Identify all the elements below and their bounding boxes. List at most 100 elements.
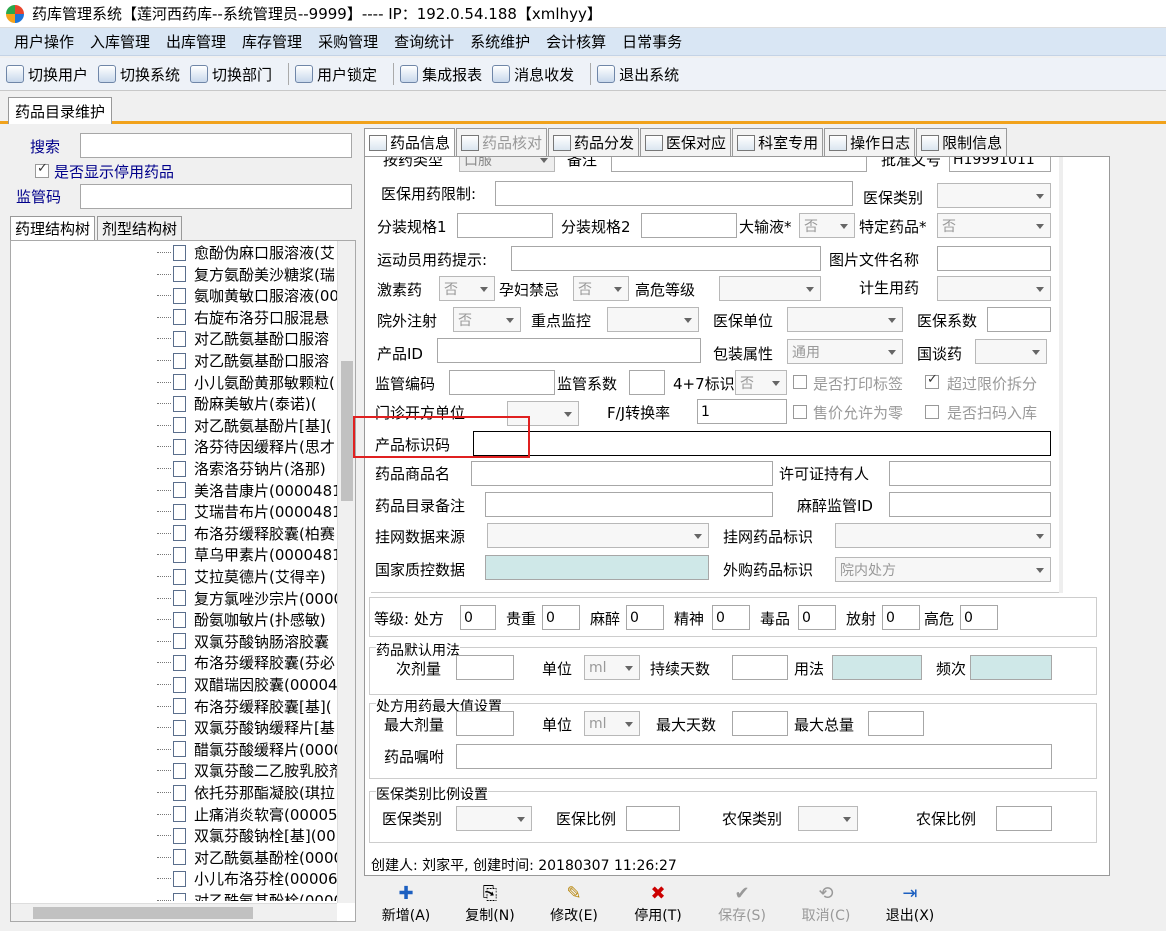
external-flag-select[interactable]: 院内处方 — [835, 557, 1051, 582]
level-high-risk-input[interactable] — [960, 605, 998, 630]
tab-dosage-tree[interactable]: 剂型结构树 — [97, 216, 183, 240]
farm-class-select[interactable] — [798, 806, 858, 831]
level-valuable-input[interactable] — [542, 605, 580, 630]
messages-button[interactable]: 消息收发 — [492, 64, 574, 85]
exit-button[interactable]: ⇥ 退出(X) — [868, 877, 952, 931]
tree-item[interactable]: 布洛芬缓释胶囊(柏赛 — [157, 522, 335, 545]
negotiated-drug-select[interactable] — [975, 339, 1047, 364]
med-type-select[interactable]: 口服 — [459, 157, 555, 172]
tree-item[interactable]: 美洛昔康片(00004817 — [157, 479, 337, 502]
pregnancy-select[interactable]: 否 — [573, 276, 629, 301]
remark-input[interactable] — [611, 157, 867, 172]
license-holder-input[interactable] — [889, 461, 1051, 486]
tree-item[interactable]: 艾拉莫德片(艾得辛) — [157, 565, 326, 588]
max-days-input[interactable] — [732, 711, 788, 736]
insurance-limit-input[interactable] — [495, 181, 853, 206]
level-rx-input[interactable] — [460, 605, 496, 630]
level-radio-input[interactable] — [882, 605, 920, 630]
menu-system[interactable]: 系统维护 — [470, 31, 530, 52]
tab-drug-catalog[interactable]: 药品目录维护 — [8, 97, 113, 124]
menu-daily[interactable]: 日常事务 — [622, 31, 682, 52]
net-flag-select[interactable] — [835, 523, 1051, 548]
catalog-note-input[interactable] — [485, 492, 773, 517]
max-total-input[interactable] — [868, 711, 924, 736]
key-monitor-select[interactable] — [607, 307, 699, 332]
tree-item[interactable]: 复方氯唑沙宗片(0000 — [157, 587, 337, 610]
allow-zero-checkbox[interactable] — [793, 405, 807, 419]
tree-item[interactable]: 小儿布洛芬栓(000062 — [157, 867, 337, 890]
tree-item[interactable]: 洛芬待因缓释片(思才 — [157, 435, 335, 458]
insurance-type-select[interactable] — [937, 183, 1051, 208]
dose-unit-select[interactable]: ml — [584, 655, 640, 680]
search-input[interactable] — [80, 133, 352, 158]
tree-item[interactable]: 双氯芬酸钠缓释片[基 — [157, 716, 335, 739]
spec2-input[interactable] — [641, 213, 737, 238]
menu-user[interactable]: 用户操作 — [14, 31, 74, 52]
add-button[interactable]: ✚ 新增(A) — [364, 877, 448, 931]
tab-drug-info[interactable]: 药品信息 — [364, 128, 456, 156]
lock-user-button[interactable]: 用户锁定 — [295, 64, 377, 85]
tree-item[interactable]: 小儿氨酚黄那敏颗粒( — [157, 371, 335, 394]
switch-dept-button[interactable]: 切换部门 — [190, 64, 272, 85]
image-file-input[interactable] — [937, 246, 1051, 271]
exit-system-button[interactable]: 退出系统 — [597, 64, 679, 85]
switch-system-button[interactable]: 切换系统 — [98, 64, 180, 85]
insurance-class-select[interactable] — [456, 806, 532, 831]
outside-injection-select[interactable]: 否 — [453, 307, 521, 332]
tree-item[interactable]: 愈酚伪麻口服溶液(艾 — [157, 241, 335, 264]
athlete-hint-input[interactable] — [511, 246, 821, 271]
tree-item[interactable]: 对乙酰氨基酚栓(0000 — [157, 889, 337, 901]
tree-item[interactable]: 洛索洛芬钠片(洛那) — [157, 457, 326, 480]
reports-button[interactable]: 集成报表 — [400, 64, 482, 85]
show-disabled-checkbox[interactable] — [35, 161, 49, 178]
edit-button[interactable]: ✎ 修改(E) — [532, 877, 616, 931]
supervise-code-field[interactable] — [449, 370, 555, 395]
insurance-unit-select[interactable] — [787, 307, 903, 332]
tab-dept-only[interactable]: 科室专用 — [732, 128, 824, 156]
quality-data-input[interactable] — [485, 555, 709, 580]
tree-item[interactable]: 布洛芬缓释胶囊[基]( — [157, 695, 332, 718]
usage-input[interactable] — [832, 655, 922, 680]
tree-item[interactable]: 双氯芬酸钠肠溶胶囊 — [157, 630, 329, 653]
insurance-coef-input[interactable] — [987, 307, 1051, 332]
dose-input[interactable] — [456, 655, 514, 680]
tree-item[interactable]: 艾瑞昔布片(00004817 — [157, 500, 337, 523]
over-limit-checkbox[interactable] — [925, 372, 939, 389]
vscroll-thumb[interactable] — [341, 361, 353, 501]
tree-item[interactable]: 对乙酰氨基酚栓(0000 — [157, 846, 337, 869]
menu-outbound[interactable]: 出库管理 — [166, 31, 226, 52]
switch-user-button[interactable]: 切换用户 — [6, 64, 88, 85]
family-planning-select[interactable] — [937, 276, 1051, 301]
tab-limit-info[interactable]: 限制信息 — [916, 128, 1008, 156]
menu-accounting[interactable]: 会计核算 — [546, 31, 606, 52]
max-dose-input[interactable] — [456, 711, 514, 736]
product-id-input[interactable] — [437, 338, 701, 363]
tree-item[interactable]: 对乙酰氨基酚片[基]( — [157, 414, 332, 437]
insurance-ratio-input[interactable] — [626, 806, 680, 831]
tree-item[interactable]: 草乌甲素片(00004817 — [157, 543, 337, 566]
tab-drug-distribute[interactable]: 药品分发 — [548, 128, 640, 156]
farm-ratio-input[interactable] — [996, 806, 1052, 831]
tree-item[interactable]: 依托芬那酯凝胶(琪拉 — [157, 781, 335, 804]
tree-item[interactable]: 双氯芬酸二乙胺乳胶剂 — [157, 759, 337, 782]
tree-item[interactable]: 布洛芬缓释胶囊(芬必 — [157, 651, 335, 674]
tab-drug-check[interactable]: 药品核对 — [456, 128, 548, 156]
print-label-checkbox[interactable] — [793, 375, 807, 389]
freq-input[interactable] — [970, 655, 1052, 680]
menu-query[interactable]: 查询统计 — [394, 31, 454, 52]
level-narcotic-input[interactable] — [626, 605, 664, 630]
menu-stock[interactable]: 库存管理 — [242, 31, 302, 52]
max-unit-select[interactable]: ml — [584, 711, 640, 736]
tree-item[interactable]: 对乙酰氨基酚口服溶 — [157, 327, 329, 350]
net-source-select[interactable] — [487, 523, 709, 548]
scan-in-checkbox[interactable] — [925, 405, 939, 419]
copy-button[interactable]: ⎘ 复制(N) — [448, 877, 532, 931]
tab-insurance-map[interactable]: 医保对应 — [640, 128, 732, 156]
tree-item[interactable]: 右旋布洛芬口服混悬 — [157, 306, 329, 329]
advice-input[interactable] — [456, 744, 1052, 769]
disable-button[interactable]: ✖ 停用(T) — [616, 877, 700, 931]
tree-item[interactable]: 对乙酰氨基酚口服溶 — [157, 349, 329, 372]
spec1-input[interactable] — [457, 213, 553, 238]
hscroll-thumb[interactable] — [33, 907, 253, 919]
menu-inbound[interactable]: 入库管理 — [90, 31, 150, 52]
